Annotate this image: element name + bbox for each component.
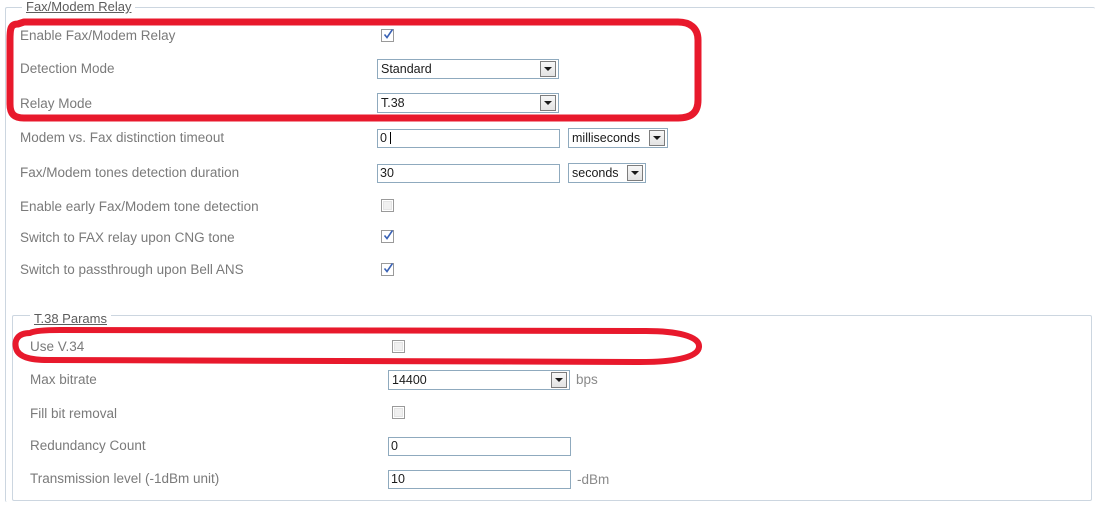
row-relay-mode: Relay Mode T.38 xyxy=(0,93,1100,125)
input-modem-fax-distinction-timeout[interactable]: 0 xyxy=(377,129,560,148)
checkbox-switch-fax-relay-cng[interactable] xyxy=(381,230,394,243)
label-fill-bit-removal: Fill bit removal xyxy=(30,406,118,421)
label-modem-fax-distinction-timeout: Modem vs. Fax distinction timeout xyxy=(20,130,225,145)
checkbox-inner xyxy=(394,408,403,417)
label-switch-fax-relay-cng: Switch to FAX relay upon CNG tone xyxy=(20,230,235,245)
label-redundancy-count: Redundancy Count xyxy=(30,438,146,453)
label-max-bitrate: Max bitrate xyxy=(30,372,97,387)
row-switch-fax-relay-cng: Switch to FAX relay upon CNG tone xyxy=(0,230,1100,260)
row-fill-bit-removal: Fill bit removal xyxy=(0,405,1100,435)
row-transmission-level: Transmission level (-1dBm unit) 10 -dBm xyxy=(0,470,1100,500)
unit-max-bitrate: bps xyxy=(576,372,598,387)
label-enable-early-tone-detection: Enable early Fax/Modem tone detection xyxy=(20,199,259,214)
chevron-down-icon[interactable] xyxy=(627,165,643,181)
fax-modem-relay-legend: Fax/Modem Relay xyxy=(22,0,136,14)
select-max-bitrate-value: 14400 xyxy=(392,373,427,387)
checkbox-switch-passthrough-bell-ans[interactable] xyxy=(381,263,394,276)
label-tones-detection-duration: Fax/Modem tones detection duration xyxy=(20,165,240,180)
select-detection-mode-value: Standard xyxy=(381,62,432,76)
label-transmission-level: Transmission level (-1dBm unit) xyxy=(30,471,220,486)
checkbox-enable-early-tone-detection[interactable] xyxy=(381,199,394,212)
label-detection-mode: Detection Mode xyxy=(20,61,115,76)
check-icon xyxy=(384,263,393,274)
label-switch-passthrough-bell-ans: Switch to passthrough upon Bell ANS xyxy=(20,262,244,277)
select-duration-unit[interactable]: seconds xyxy=(568,163,646,183)
row-use-v34: Use V.34 xyxy=(0,339,1100,369)
row-redundancy-count: Redundancy Count 0 xyxy=(0,437,1100,468)
row-enable-early-tone-detection: Enable early Fax/Modem tone detection xyxy=(0,199,1100,229)
input-redundancy-count-value: 0 xyxy=(391,439,398,453)
select-duration-unit-value: seconds xyxy=(572,166,619,180)
input-tones-detection-duration-value: 30 xyxy=(380,166,394,180)
row-tones-detection-duration: Fax/Modem tones detection duration 30 se… xyxy=(0,163,1100,195)
unit-transmission-level: -dBm xyxy=(577,472,610,487)
label-enable-fax-modem-relay: Enable Fax/Modem Relay xyxy=(20,28,176,43)
select-detection-mode[interactable]: Standard xyxy=(377,59,559,79)
row-enable-fax-modem-relay: Enable Fax/Modem Relay xyxy=(0,28,1100,58)
label-relay-mode: Relay Mode xyxy=(20,96,93,111)
select-relay-mode-value: T.38 xyxy=(381,96,405,110)
check-icon xyxy=(384,29,393,40)
check-icon xyxy=(384,230,393,241)
select-relay-mode[interactable]: T.38 xyxy=(377,93,559,113)
input-transmission-level[interactable]: 10 xyxy=(388,470,571,489)
row-switch-passthrough-bell-ans: Switch to passthrough upon Bell ANS xyxy=(0,262,1100,292)
input-modem-fax-distinction-timeout-value: 0 xyxy=(380,131,387,145)
label-use-v34: Use V.34 xyxy=(30,339,85,354)
select-timeout-unit[interactable]: milliseconds xyxy=(568,128,668,148)
checkbox-use-v34[interactable] xyxy=(392,340,405,353)
chevron-down-icon[interactable] xyxy=(649,130,665,146)
chevron-down-icon[interactable] xyxy=(540,95,556,111)
t38-params-legend: T.38 Params xyxy=(30,312,111,326)
checkbox-inner xyxy=(383,201,392,210)
select-timeout-unit-value: milliseconds xyxy=(572,131,641,145)
checkbox-enable-fax-modem-relay[interactable] xyxy=(381,29,394,42)
checkbox-fill-bit-removal[interactable] xyxy=(392,406,405,419)
input-redundancy-count[interactable]: 0 xyxy=(388,437,571,456)
row-max-bitrate: Max bitrate 14400 bps xyxy=(0,370,1100,401)
row-modem-fax-distinction-timeout: Modem vs. Fax distinction timeout 0 mill… xyxy=(0,128,1100,160)
checkbox-inner xyxy=(394,342,403,351)
input-transmission-level-value: 10 xyxy=(391,472,405,486)
row-detection-mode: Detection Mode Standard xyxy=(0,59,1100,90)
select-max-bitrate[interactable]: 14400 xyxy=(388,370,570,390)
chevron-down-icon[interactable] xyxy=(551,372,567,388)
input-tones-detection-duration[interactable]: 30 xyxy=(377,164,560,183)
chevron-down-icon[interactable] xyxy=(540,61,556,77)
